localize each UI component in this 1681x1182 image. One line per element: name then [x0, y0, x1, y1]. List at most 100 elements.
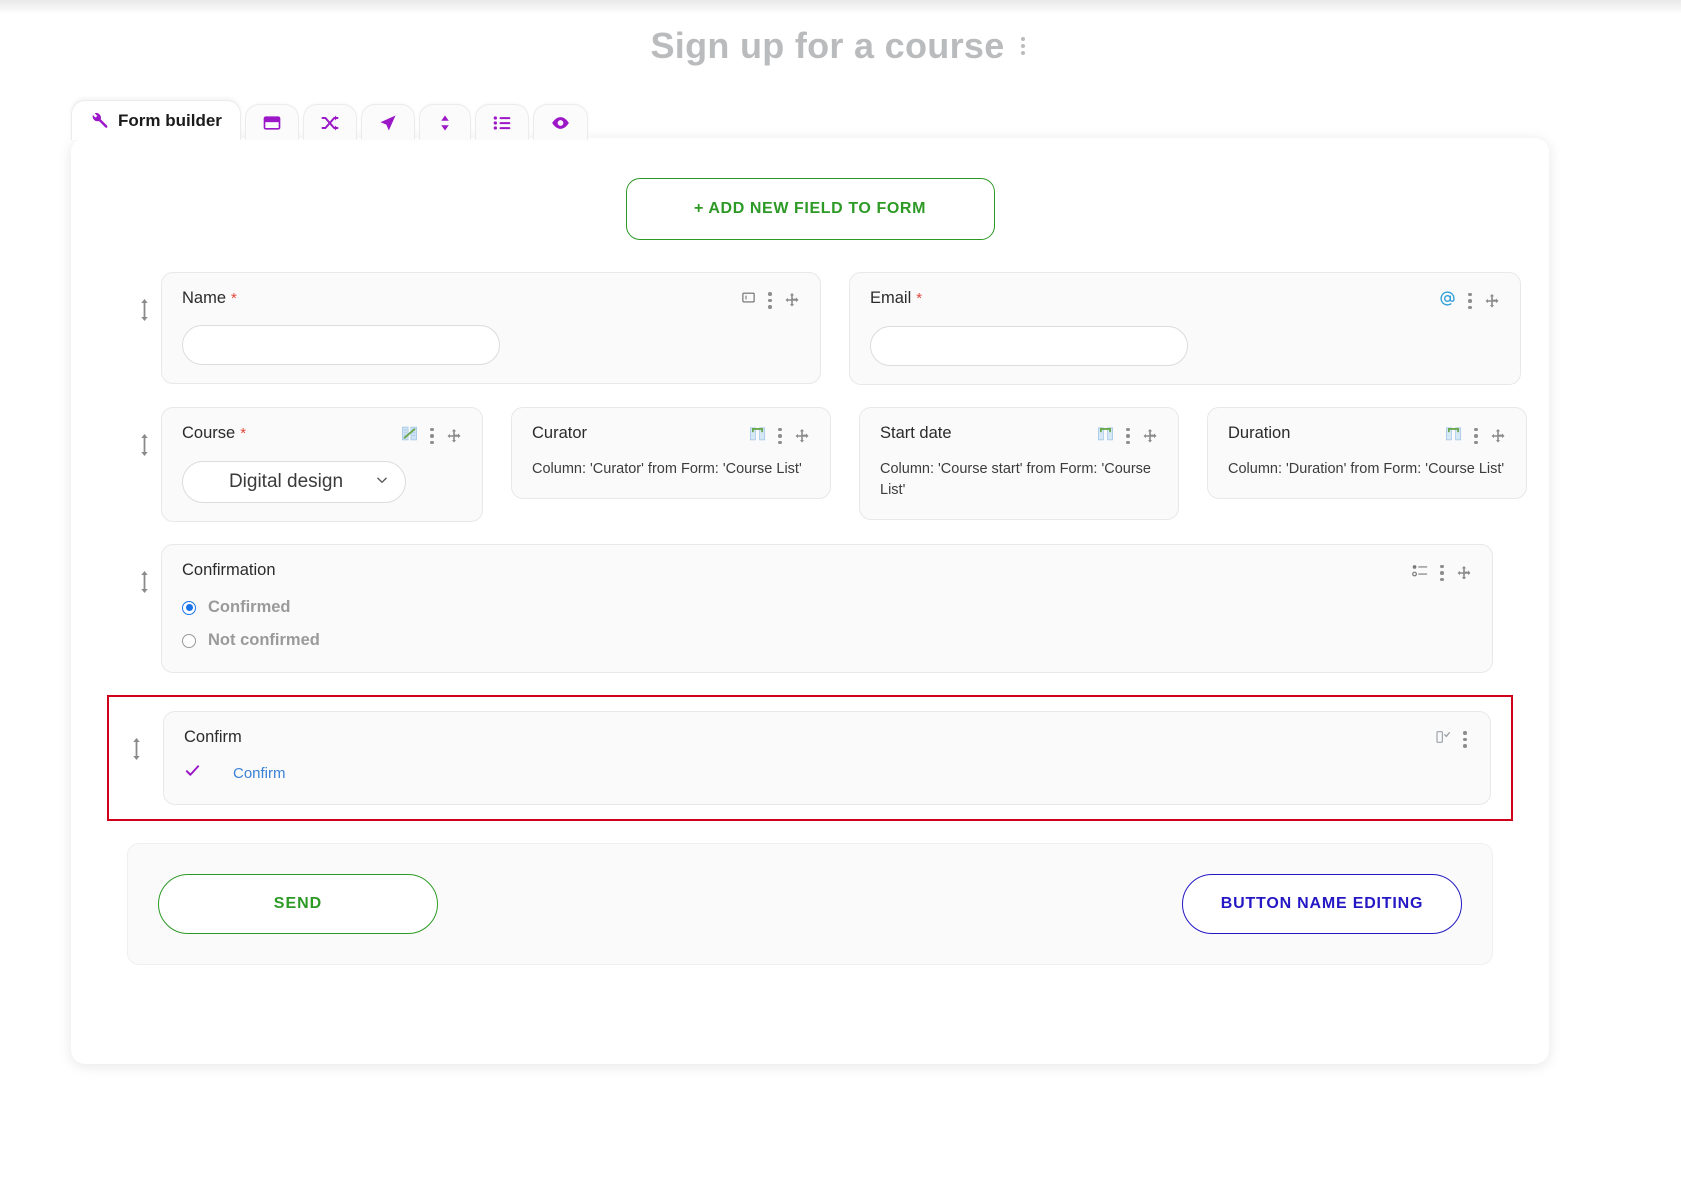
- button-name-editing-button[interactable]: BUTTON NAME EDITING: [1182, 874, 1462, 934]
- move-field-icon[interactable]: [1456, 565, 1472, 581]
- form-builder-card: + ADD NEW FIELD TO FORM Name * Email * C…: [71, 138, 1549, 1064]
- field-header: Curator: [532, 424, 810, 447]
- field-menu-button[interactable]: [1460, 729, 1470, 750]
- checkbox-option-confirm[interactable]: Confirm: [184, 762, 1470, 784]
- field-tools: [401, 424, 462, 447]
- course-field-label: Course: [182, 424, 236, 442]
- checkbox-label: Confirm: [233, 764, 286, 782]
- field-card-name[interactable]: Name *: [161, 272, 821, 384]
- top-gradient-strip: [0, 0, 1681, 14]
- reorder-vertical-icon[interactable]: [127, 272, 161, 322]
- radio-label: Confirmed: [208, 598, 291, 616]
- field-card-course[interactable]: Course * Digital design: [161, 407, 483, 522]
- eye-icon: [550, 113, 571, 133]
- reorder-vertical-icon[interactable]: [127, 544, 161, 594]
- field-label-row: Email *: [870, 289, 922, 309]
- course-select-value: Digital design: [228, 471, 344, 492]
- field-card-email[interactable]: Email *: [849, 272, 1521, 385]
- field-card-confirmation[interactable]: Confirmation Confirmed Not confirmed: [161, 544, 1493, 673]
- radio-icon: [182, 600, 196, 615]
- field-menu-button[interactable]: [775, 426, 785, 447]
- required-marker: *: [231, 290, 237, 307]
- field-tools: [741, 289, 800, 311]
- field-card-confirm[interactable]: Confirm Confirm: [163, 711, 1491, 805]
- field-group: Confirm Confirm: [163, 711, 1511, 805]
- field-menu-button[interactable]: [765, 290, 775, 311]
- checkbox-field-icon: [1435, 729, 1451, 750]
- field-menu-button[interactable]: [1465, 291, 1475, 312]
- move-field-icon[interactable]: [1490, 428, 1506, 444]
- vertical-dots-icon[interactable]: [1015, 33, 1031, 59]
- field-row: Name * Email *: [127, 272, 1521, 385]
- field-label-row: Start date: [880, 424, 952, 444]
- tab-preview[interactable]: [532, 104, 588, 140]
- check-icon: [184, 762, 201, 784]
- radio-option-confirmed[interactable]: Confirmed: [182, 598, 1472, 617]
- add-new-field-button[interactable]: + ADD NEW FIELD TO FORM: [625, 178, 995, 240]
- form-footer: SEND BUTTON NAME EDITING: [127, 843, 1493, 965]
- at-sign-icon: [1439, 290, 1456, 312]
- email-field-label: Email: [870, 289, 912, 307]
- confirmation-field-label: Confirmation: [182, 561, 276, 579]
- field-menu-button[interactable]: [1123, 426, 1133, 447]
- name-field-label: Name: [182, 289, 227, 307]
- field-label-row: Confirmation: [182, 561, 276, 581]
- field-row: Confirmation Confirmed Not confirmed: [127, 544, 1493, 673]
- field-card-duration[interactable]: Duration Column: 'Duration' from Form: '…: [1207, 407, 1527, 500]
- field-menu-button[interactable]: [1471, 426, 1481, 447]
- field-card-curator[interactable]: Curator Column: 'Curator' from Form: 'Co…: [511, 407, 831, 500]
- curator-field-label: Curator: [532, 424, 588, 442]
- table-column-icon: [749, 425, 766, 447]
- move-field-icon[interactable]: [794, 428, 810, 444]
- field-menu-button[interactable]: [1437, 563, 1447, 584]
- radio-label: Not confirmed: [208, 631, 320, 649]
- tab-form-builder[interactable]: Form builder: [71, 100, 241, 140]
- tab-sort[interactable]: [418, 104, 471, 140]
- curator-field-description: Column: 'Curator' from Form: 'Course Lis…: [532, 461, 802, 477]
- email-input[interactable]: [870, 326, 1188, 366]
- wrench-icon: [90, 111, 109, 130]
- radio-list-icon: [1411, 562, 1428, 584]
- tab-bar: Form builder: [71, 100, 588, 140]
- table-column-icon: [1097, 425, 1114, 447]
- reorder-vertical-icon[interactable]: [127, 407, 161, 457]
- field-group: Course * Digital design Curator Column: …: [161, 407, 1527, 522]
- start-date-field-description: Column: 'Course start' from Form: 'Cours…: [880, 461, 1151, 499]
- field-label-row: Name *: [182, 289, 237, 309]
- field-header: Course *: [182, 424, 462, 447]
- field-card-start-date[interactable]: Start date Column: 'Course start' from F…: [859, 407, 1179, 521]
- tab-send[interactable]: [360, 104, 415, 140]
- required-marker: *: [916, 290, 923, 307]
- field-label-row: Course *: [182, 424, 246, 444]
- reorder-vertical-icon[interactable]: [109, 711, 163, 761]
- tab-window[interactable]: [244, 104, 299, 140]
- move-field-icon[interactable]: [784, 292, 800, 308]
- send-button[interactable]: SEND: [158, 874, 438, 934]
- field-tools: [1097, 424, 1158, 447]
- field-label-row: Duration: [1228, 424, 1290, 444]
- tab-shuffle[interactable]: [302, 104, 357, 140]
- field-row: Course * Digital design Curator Column: …: [127, 407, 1527, 522]
- radio-option-not-confirmed[interactable]: Not confirmed: [182, 631, 1472, 650]
- sort-updown-icon: [436, 113, 454, 133]
- field-group: Confirmation Confirmed Not confirmed: [161, 544, 1493, 673]
- app-root: Sign up for a course Form builder + ADD …: [0, 0, 1681, 1182]
- spreadsheet-link-icon: [401, 425, 418, 447]
- tab-form-builder-label: Form builder: [118, 110, 222, 130]
- chevron-down-icon: [375, 471, 389, 493]
- field-header: Email *: [870, 289, 1500, 312]
- field-menu-button[interactable]: [427, 426, 437, 447]
- field-header: Duration: [1228, 424, 1506, 447]
- move-field-icon[interactable]: [1142, 428, 1158, 444]
- text-field-icon: [741, 290, 756, 310]
- course-select[interactable]: Digital design: [182, 461, 406, 503]
- move-field-icon[interactable]: [1484, 293, 1500, 309]
- field-tools: [749, 424, 810, 447]
- move-field-icon[interactable]: [446, 428, 462, 444]
- field-header: Name *: [182, 289, 800, 311]
- field-tools: [1435, 728, 1470, 750]
- field-group: Name * Email *: [161, 272, 1521, 385]
- name-input[interactable]: [182, 324, 500, 365]
- duration-field-description: Column: 'Duration' from Form: 'Course Li…: [1228, 461, 1505, 477]
- tab-list[interactable]: [474, 104, 529, 140]
